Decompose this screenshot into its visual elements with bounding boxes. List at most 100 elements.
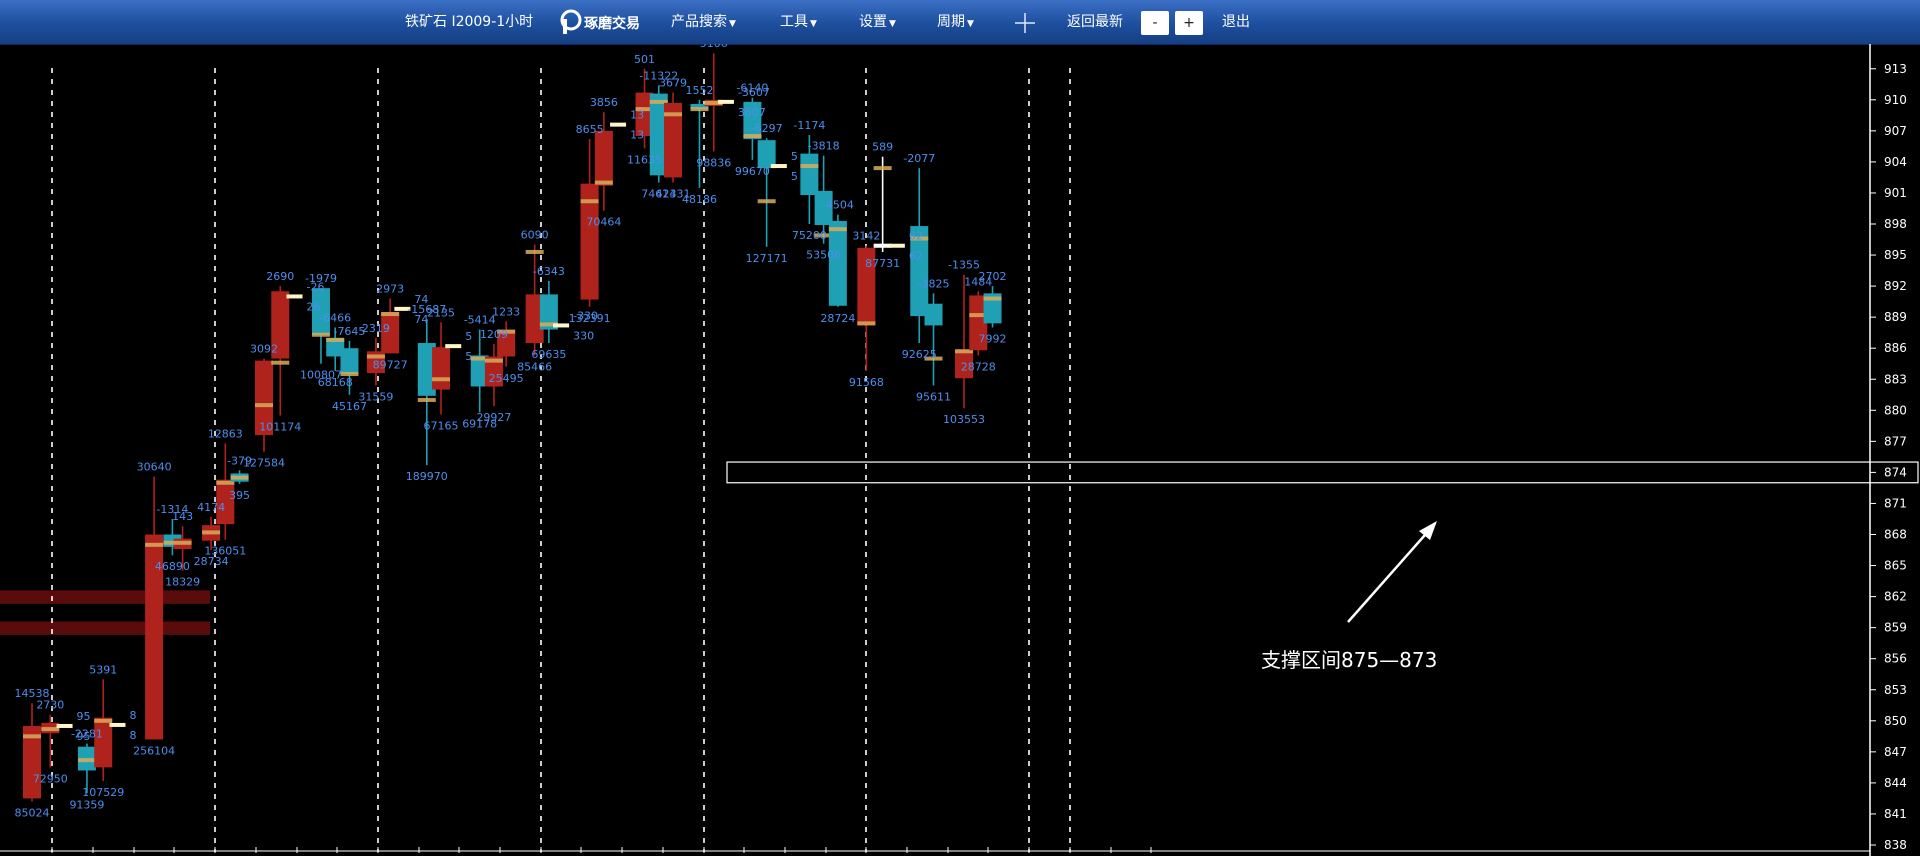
candle-body — [924, 303, 943, 326]
menu-tools[interactable]: 工具 ▼ — [780, 0, 817, 44]
bottom-label: 89727 — [373, 358, 408, 371]
candle — [690, 99, 709, 188]
candle-body — [340, 348, 359, 375]
bottom-label: 8 — [129, 729, 136, 742]
axis-tick-label: 853 — [1884, 683, 1907, 697]
axis-tick-label: 841 — [1884, 807, 1907, 821]
candles — [23, 53, 1002, 802]
candle-marker — [757, 199, 776, 204]
candle-marker — [828, 227, 847, 232]
menu-label: 设置 — [859, 14, 887, 30]
axis-tick-label: 856 — [1884, 652, 1907, 666]
top-label: -7645 — [333, 325, 365, 338]
candle-marker — [77, 758, 96, 763]
top-label: 589 — [872, 141, 893, 154]
candle-marker — [800, 164, 819, 169]
bottom-label: 98836 — [696, 157, 731, 170]
axis-tick-label: 886 — [1884, 341, 1907, 355]
candle-marker — [326, 337, 345, 342]
top-label: 3679 — [659, 77, 687, 90]
price-axis: 8388418448478508538568598628658688718748… — [0, 44, 1907, 856]
bottom-label: 5 — [465, 350, 472, 363]
bottom-label: 127584 — [243, 457, 285, 470]
top-label: 2135 — [427, 306, 455, 319]
top-label: 2319 — [362, 322, 390, 335]
bottom-label: 46890 — [155, 560, 190, 573]
crosshair-icon[interactable] — [1015, 13, 1035, 33]
refresh-latest-button[interactable]: 返回最新 — [1067, 0, 1123, 44]
bottom-label: 31559 — [358, 390, 393, 403]
top-label: 3856 — [590, 96, 618, 109]
menu-label: 周期 — [937, 14, 965, 30]
axis-tick-label: 874 — [1884, 465, 1907, 479]
top-label: -6297 — [751, 122, 783, 135]
axis-tick-label: 898 — [1884, 217, 1907, 231]
axis-tick-label: 847 — [1884, 745, 1907, 759]
candle-tick — [445, 344, 462, 349]
candle — [553, 323, 570, 328]
axis-tick-label: 838 — [1884, 838, 1907, 852]
candle — [417, 319, 436, 466]
bottom-label: 85466 — [517, 360, 552, 373]
bottom-label: 103553 — [943, 413, 985, 426]
top-label: 2690 — [266, 270, 294, 283]
candle-marker — [173, 540, 192, 545]
bottom-label: 92625 — [902, 348, 937, 361]
bottom-label: 189970 — [406, 470, 448, 483]
zoom-in-button[interactable]: + — [1175, 11, 1203, 35]
top-label: 8655 — [576, 123, 604, 136]
candle-marker — [23, 734, 41, 739]
caret-down-icon: ▼ — [810, 19, 817, 29]
candle-marker — [594, 180, 613, 185]
candle-marker — [664, 112, 683, 117]
bottom-label: 5 — [791, 170, 798, 183]
candle — [924, 293, 943, 386]
top-label: 6090 — [521, 229, 549, 242]
candle — [717, 99, 734, 104]
candle — [23, 703, 41, 802]
candle-body — [800, 153, 819, 196]
candle-marker — [271, 360, 290, 365]
bottom-label: 28724 — [820, 312, 855, 325]
top-label: 1209 — [480, 328, 508, 341]
exit-button[interactable]: 退出 — [1222, 0, 1250, 44]
top-label: -1979 — [305, 272, 337, 285]
top-label: 62 — [909, 230, 923, 243]
menu-settings[interactable]: 设置 ▼ — [859, 0, 896, 44]
menu-label: 工具 — [780, 14, 808, 30]
candle-marker — [873, 166, 892, 171]
zoom-out-button[interactable]: - — [1141, 11, 1169, 35]
menu-period[interactable]: 周期 ▼ — [937, 0, 974, 44]
top-label: 5391 — [89, 663, 117, 676]
bottom-label: 127171 — [746, 252, 788, 265]
annotation-arrow — [1347, 521, 1437, 623]
axis-tick-label: 877 — [1884, 434, 1907, 448]
top-label: -6140 — [736, 82, 768, 95]
candle-marker — [94, 718, 113, 723]
candle-marker — [202, 530, 221, 535]
candle — [757, 138, 776, 247]
candle-tick — [286, 294, 303, 299]
candle-tick — [888, 243, 905, 248]
candle-marker — [381, 312, 400, 317]
menu-product-search[interactable]: 产品搜索 ▼ — [671, 0, 736, 44]
candle-tick — [717, 99, 734, 104]
candlestick-chart[interactable]: 14538850242730729509595-2281913595391107… — [0, 44, 1920, 856]
bottom-label: 99670 — [735, 165, 770, 178]
top-label: 8 — [129, 709, 136, 722]
bottom-label: 330 — [573, 329, 594, 342]
candle-marker — [857, 321, 876, 326]
axis-tick-label: 889 — [1884, 310, 1907, 324]
candle — [41, 714, 60, 768]
candle — [286, 294, 303, 299]
candle-tick — [610, 122, 627, 127]
axis-tick-label: 880 — [1884, 403, 1907, 417]
bottom-label: 29927 — [476, 411, 511, 424]
top-label: -3825 — [918, 277, 950, 290]
candle-marker — [145, 542, 164, 547]
bottom-label: 256104 — [133, 744, 175, 757]
bottom-label: 70464 — [586, 216, 621, 229]
volume-labels: 14538850242730729509595-2281913595391107… — [15, 44, 1007, 820]
bottom-label: 75200 — [792, 229, 827, 242]
top-label: 5106 — [700, 44, 728, 50]
